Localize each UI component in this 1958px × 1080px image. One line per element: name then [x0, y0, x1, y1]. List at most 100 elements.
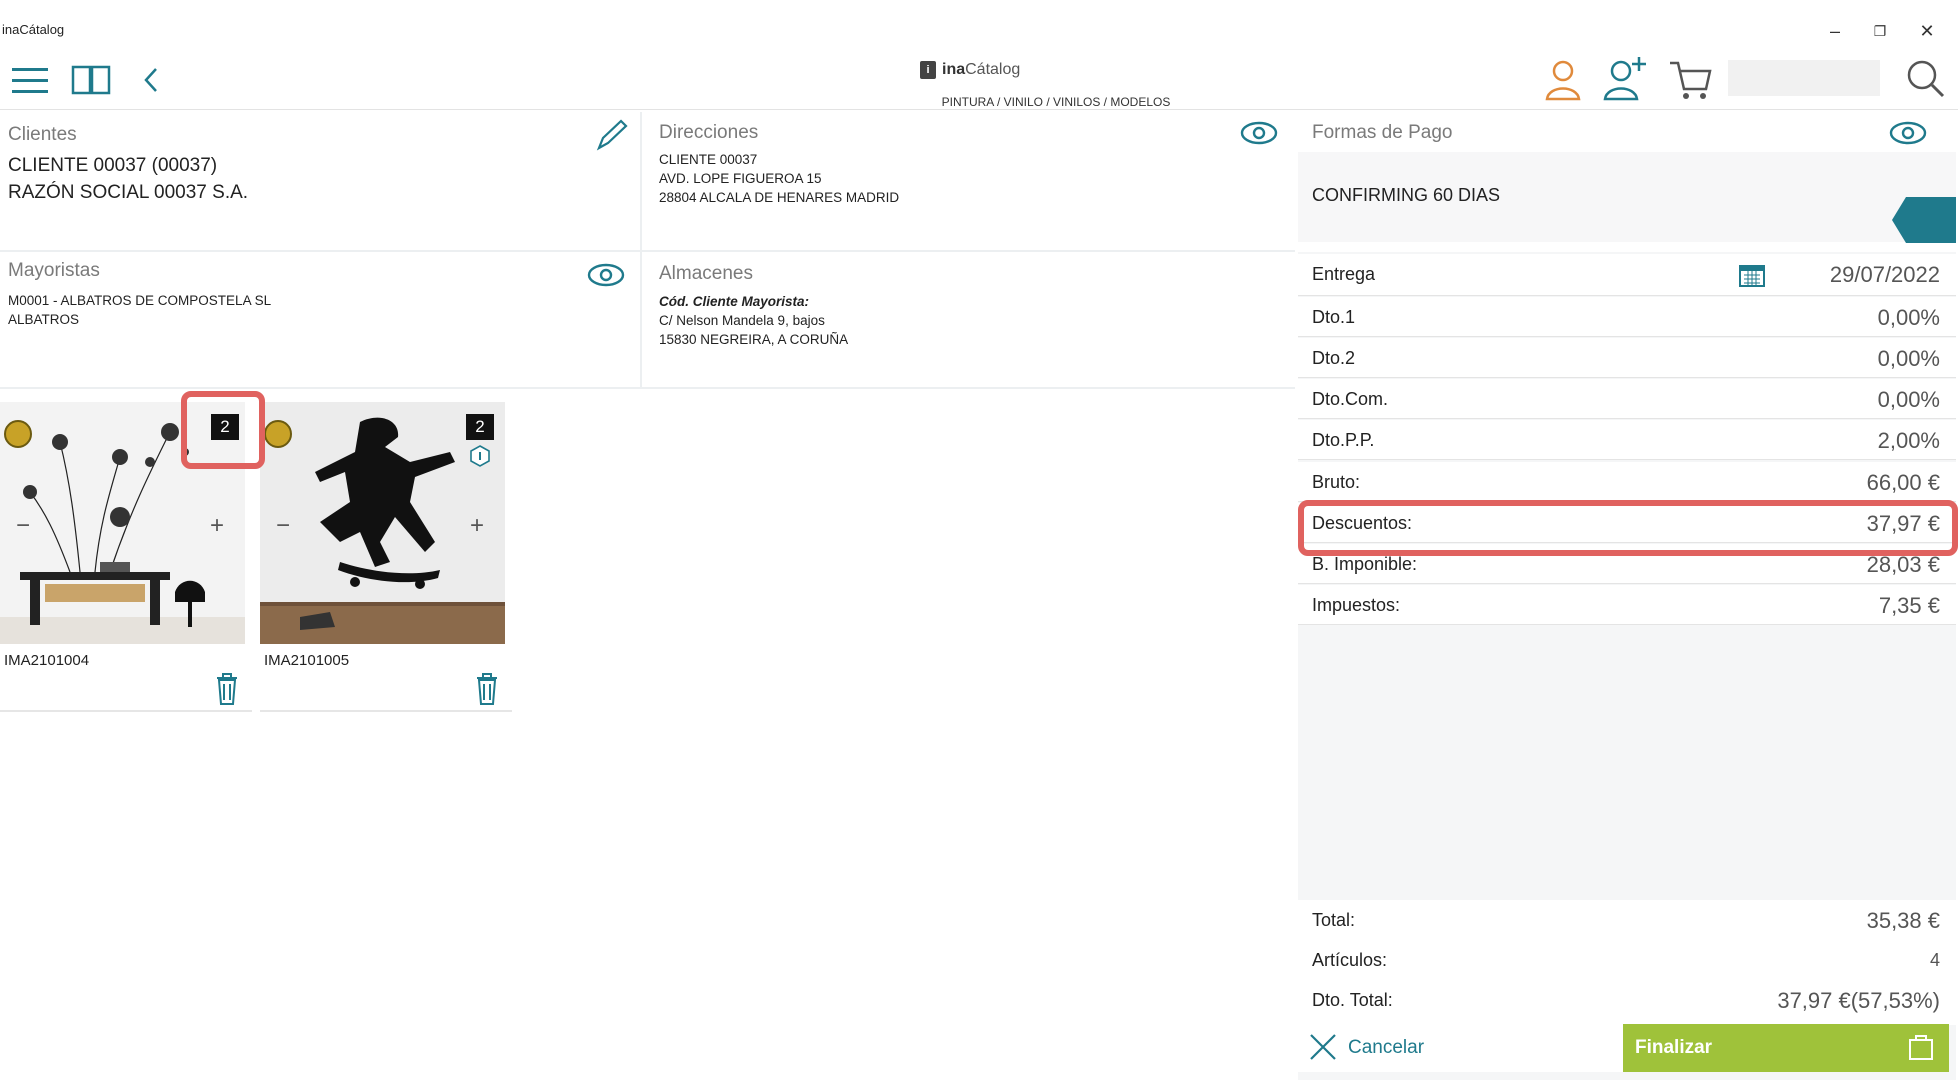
- payment-method-value: CONFIRMING 60 DIAS: [1312, 185, 1501, 205]
- dto1-label: Dto.1: [1312, 307, 1356, 327]
- close-icon: [1310, 1034, 1336, 1060]
- dtocom-value: 0,00%: [1877, 387, 1940, 412]
- book-icon[interactable]: [70, 61, 112, 99]
- direccion-line1: CLIENTE 00037: [659, 152, 758, 167]
- clientes-title: Clientes: [8, 124, 77, 145]
- menu-icon[interactable]: [10, 65, 50, 95]
- badge-icon: [264, 420, 292, 448]
- articulos-label: Artículos:: [1312, 950, 1388, 970]
- dto1-value: 0,00%: [1877, 305, 1940, 330]
- calendar-icon[interactable]: [1738, 262, 1766, 288]
- bruto-label: Bruto:: [1312, 472, 1361, 492]
- total-label: Total:: [1312, 910, 1356, 930]
- impuestos-value: 7,35 €: [1878, 593, 1940, 618]
- dtototal-value: 37,97 €(57,53%): [1777, 988, 1940, 1013]
- info-icon[interactable]: [468, 444, 492, 468]
- bimponible-label: B. Imponible:: [1312, 554, 1418, 574]
- dtopp-value: 2,00%: [1877, 428, 1940, 453]
- dtototal-label: Dto. Total:: [1312, 990, 1393, 1010]
- badge-icon: [4, 420, 32, 448]
- dto1-row[interactable]: Dto.1 0,00%: [1298, 297, 1956, 337]
- eye-icon[interactable]: [1888, 120, 1928, 146]
- descuentos-highlight: [1298, 500, 1958, 556]
- decrease-button[interactable]: −: [16, 512, 30, 540]
- logo-text: inaCátalog: [942, 61, 1021, 78]
- almacenes-title: Almacenes: [659, 263, 753, 284]
- mayoristas-panel: Mayoristas M0001 - ALBATROS DE COMPOSTEL…: [0, 252, 640, 387]
- articulos-row: Artículos: 4: [1298, 940, 1956, 980]
- mayorista-line1: M0001 - ALBATROS DE COMPOSTELA SL: [8, 293, 272, 308]
- trash-icon[interactable]: [474, 672, 500, 706]
- quantity-highlight: [181, 391, 265, 469]
- title-bar: inaCátalog – ❐ ✕: [0, 0, 1958, 60]
- direcciones-title: Direcciones: [659, 122, 759, 143]
- total-value: 35,38 €: [1866, 908, 1940, 933]
- almacenes-panel: Almacenes Cód. Cliente Mayorista: C/ Nel…: [643, 252, 1293, 387]
- entrega-label: Entrega: [1312, 264, 1376, 284]
- entrega-value: 29/07/2022: [1829, 262, 1940, 287]
- finalize-label: Finalizar: [1635, 1037, 1713, 1058]
- increase-button[interactable]: +: [210, 512, 224, 540]
- decrease-button[interactable]: −: [276, 512, 290, 540]
- direccion-line2: AVD. LOPE FIGUEROA 15: [659, 171, 822, 186]
- product-image: 2 − +: [260, 402, 505, 644]
- user-icon[interactable]: [1543, 57, 1583, 101]
- cliente-razon-social: RAZÓN SOCIAL 00037 S.A.: [8, 182, 249, 203]
- direcciones-panel: Direcciones CLIENTE 00037 AVD. LOPE FIGU…: [643, 112, 1293, 250]
- impuestos-row: Impuestos: 7,35 €: [1298, 585, 1956, 625]
- dto2-row[interactable]: Dto.2 0,00%: [1298, 338, 1956, 378]
- product-code: IMA2101005: [264, 652, 350, 669]
- eye-icon[interactable]: [586, 262, 626, 288]
- dto2-value: 0,00%: [1877, 346, 1940, 371]
- restore-button[interactable]: ❐: [1865, 18, 1895, 44]
- almacen-line1: Cód. Cliente Mayorista:: [659, 294, 810, 309]
- bruto-value: 66,00 €: [1866, 470, 1940, 495]
- app-header: i inaCátalog PINTURA / VINILO / VINILOS …: [0, 55, 1958, 110]
- formas-pago-title: Formas de Pago: [1312, 122, 1453, 143]
- cart-icon[interactable]: [1668, 57, 1712, 101]
- dtopp-label: Dto.P.P.: [1312, 430, 1375, 450]
- quantity-badge: 2: [466, 414, 494, 440]
- totals-panel: Total: 35,38 € Artículos: 4 Dto. Total: …: [1298, 900, 1956, 1025]
- edit-icon[interactable]: [594, 118, 628, 152]
- clientes-panel: Clientes CLIENTE 00037 (00037) RAZÓN SOC…: [0, 112, 640, 250]
- logo-mark: i: [920, 61, 936, 79]
- increase-button[interactable]: +: [470, 512, 484, 540]
- add-user-icon[interactable]: [1603, 55, 1647, 101]
- impuestos-label: Impuestos:: [1312, 595, 1401, 615]
- product-code: IMA2101004: [4, 652, 90, 669]
- trash-icon[interactable]: [214, 672, 240, 706]
- payment-method-selector[interactable]: CONFIRMING 60 DIAS: [1298, 152, 1956, 243]
- dtototal-row: Dto. Total: 37,97 €(57,53%): [1298, 980, 1956, 1020]
- back-icon[interactable]: [140, 65, 164, 95]
- bag-icon: [1909, 1035, 1933, 1060]
- bruto-row: Bruto: 66,00 €: [1298, 462, 1956, 502]
- tab-arrow-icon[interactable]: [1892, 197, 1956, 243]
- divider: [0, 387, 1295, 389]
- finalize-button[interactable]: Finalizar: [1623, 1024, 1949, 1072]
- breadcrumb: PINTURA / VINILO / VINILOS / MODELOS: [941, 95, 1171, 109]
- search-input[interactable]: [1728, 60, 1880, 96]
- almacen-line2: C/ Nelson Mandela 9, bajos: [659, 313, 825, 328]
- app-title: inaCátalog: [2, 22, 65, 37]
- direccion-line3: 28804 ALCALA DE HENARES MADRID: [659, 190, 900, 205]
- dto2-label: Dto.2: [1312, 348, 1356, 368]
- cancel-label: Cancelar: [1348, 1037, 1425, 1058]
- dtocom-row[interactable]: Dto.Com. 0,00%: [1298, 379, 1956, 419]
- dtopp-row[interactable]: Dto.P.P. 2,00%: [1298, 420, 1956, 460]
- product-card[interactable]: 2 − + IMA2101005: [260, 402, 512, 712]
- total-row: Total: 35,38 €: [1298, 900, 1956, 940]
- dtocom-label: Dto.Com.: [1312, 389, 1389, 409]
- articulos-value: 4: [1929, 950, 1940, 970]
- cancel-button[interactable]: Cancelar: [1298, 1024, 1623, 1072]
- almacen-line3: 15830 NEGREIRA, A CORUÑA: [659, 332, 849, 347]
- eye-icon[interactable]: [1239, 120, 1279, 146]
- minimize-button[interactable]: –: [1820, 18, 1850, 44]
- formas-pago-panel: Formas de Pago CONFIRMING 60 DIAS: [1298, 112, 1956, 252]
- cliente-name: CLIENTE 00037 (00037): [8, 155, 218, 176]
- app-logo: i inaCátalog: [920, 61, 1020, 79]
- search-icon[interactable]: [1905, 58, 1947, 100]
- entrega-row[interactable]: Entrega 29/07/2022: [1298, 254, 1956, 296]
- close-button[interactable]: ✕: [1912, 18, 1942, 44]
- mayorista-line2: ALBATROS: [8, 312, 80, 327]
